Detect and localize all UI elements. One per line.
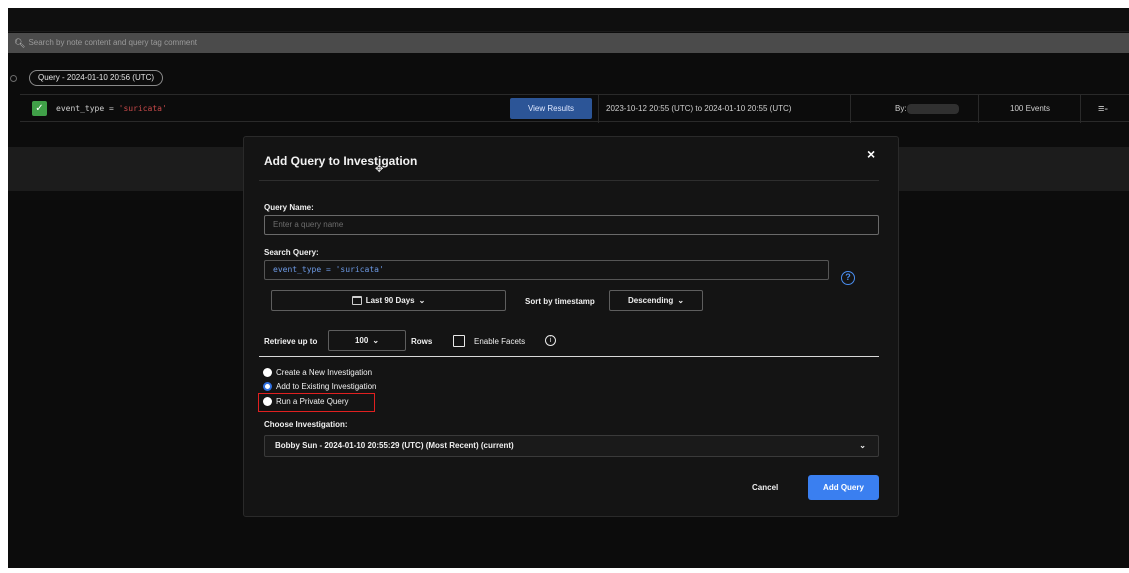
add-query-modal: Add Query to Investigation ✥ × Query Nam… [243, 136, 899, 517]
search-bar[interactable]: 🔍︎ Search by note content and query tag … [8, 33, 1129, 53]
add-query-button[interactable]: Add Query [808, 475, 879, 500]
rows-dropdown[interactable]: 100 ⌄ [328, 330, 406, 351]
rows-value: 100 [354, 336, 369, 345]
redacted-author [907, 104, 959, 114]
sort-label: Sort by timestamp [525, 297, 595, 306]
cancel-button[interactable]: Cancel [752, 483, 778, 492]
sort-order-dropdown[interactable]: Descending ⌄ [609, 290, 703, 311]
view-results-button[interactable]: View Results [510, 98, 592, 119]
option-label: Create a New Investigation [276, 368, 373, 377]
help-icon[interactable]: ? [841, 271, 855, 285]
highlight-box [258, 393, 375, 412]
search-query-input[interactable]: event_type = 'suricata' [264, 260, 829, 280]
search-query-label: Search Query: [264, 248, 319, 257]
time-range-button[interactable]: Last 90 Days ⌄ [271, 290, 506, 311]
enable-facets-checkbox[interactable] [453, 335, 465, 347]
divider [598, 95, 599, 123]
radio-selected-icon[interactable] [263, 382, 272, 391]
query-date-range: 2023-10-12 20:55 (UTC) to 2024-01-10 20:… [606, 104, 792, 113]
by-label: By: [895, 104, 907, 113]
chevron-down-icon: ⌄ [418, 296, 426, 305]
modal-title: Add Query to Investigation [264, 154, 418, 168]
choose-investigation-label: Choose Investigation: [264, 420, 348, 429]
close-icon[interactable]: × [867, 146, 875, 162]
retrieve-label: Retrieve up to [264, 337, 318, 346]
app-window: 🔍︎ Search by note content and query tag … [8, 8, 1129, 568]
sort-order-value: Descending [627, 296, 674, 305]
radio-icon[interactable] [263, 368, 272, 377]
query-name-label: Query Name: [264, 203, 314, 212]
move-cursor-icon: ✥ [375, 164, 384, 175]
query-name-input[interactable]: Enter a query name [264, 215, 879, 235]
query-tag[interactable]: Query - 2024-01-10 20:56 (UTC) [29, 70, 164, 86]
section-divider [259, 356, 879, 357]
search-icon: 🔍︎ [14, 38, 26, 48]
calendar-icon [351, 296, 362, 305]
investigation-value: Bobby Sun - 2024-01-10 20:55:29 (UTC) (M… [275, 441, 514, 450]
query-text: event_type = 'suricata' [56, 104, 167, 113]
rows-label: Rows [411, 337, 433, 346]
investigation-select[interactable]: Bobby Sun - 2024-01-10 20:55:29 (UTC) (M… [264, 435, 879, 457]
chevron-down-icon: ⌄ [677, 296, 685, 305]
option-label: Add to Existing Investigation [276, 382, 377, 391]
query-row: ✓ event_type = 'suricata' View Results 2… [20, 94, 1129, 123]
header-divider [259, 180, 879, 181]
search-input[interactable]: Search by note content and query tag com… [28, 33, 197, 53]
timeline-dot-icon [10, 74, 17, 82]
divider [978, 95, 979, 123]
info-icon[interactable]: i [545, 335, 556, 346]
query-field: event_type = [56, 103, 119, 113]
query-tag-row: Query - 2024-01-10 20:56 (UTC) [8, 69, 164, 87]
event-count: 100 Events [1010, 104, 1051, 113]
option-create-new[interactable]: Create a New Investigation [263, 368, 372, 377]
checkbox-checked-icon[interactable]: ✓ [32, 100, 47, 116]
time-range-label: Last 90 Days [365, 296, 415, 305]
chevron-down-icon: ⌄ [372, 336, 380, 345]
top-strip [8, 8, 1129, 32]
chevron-down-icon: ⌄ [859, 441, 866, 450]
enable-facets-label: Enable Facets [474, 337, 526, 346]
option-add-existing[interactable]: Add to Existing Investigation [263, 382, 377, 391]
query-string: 'suricata' [118, 103, 167, 113]
divider [1080, 95, 1081, 123]
row-menu-icon[interactable]: ≡- [1098, 95, 1108, 123]
divider [850, 95, 851, 123]
